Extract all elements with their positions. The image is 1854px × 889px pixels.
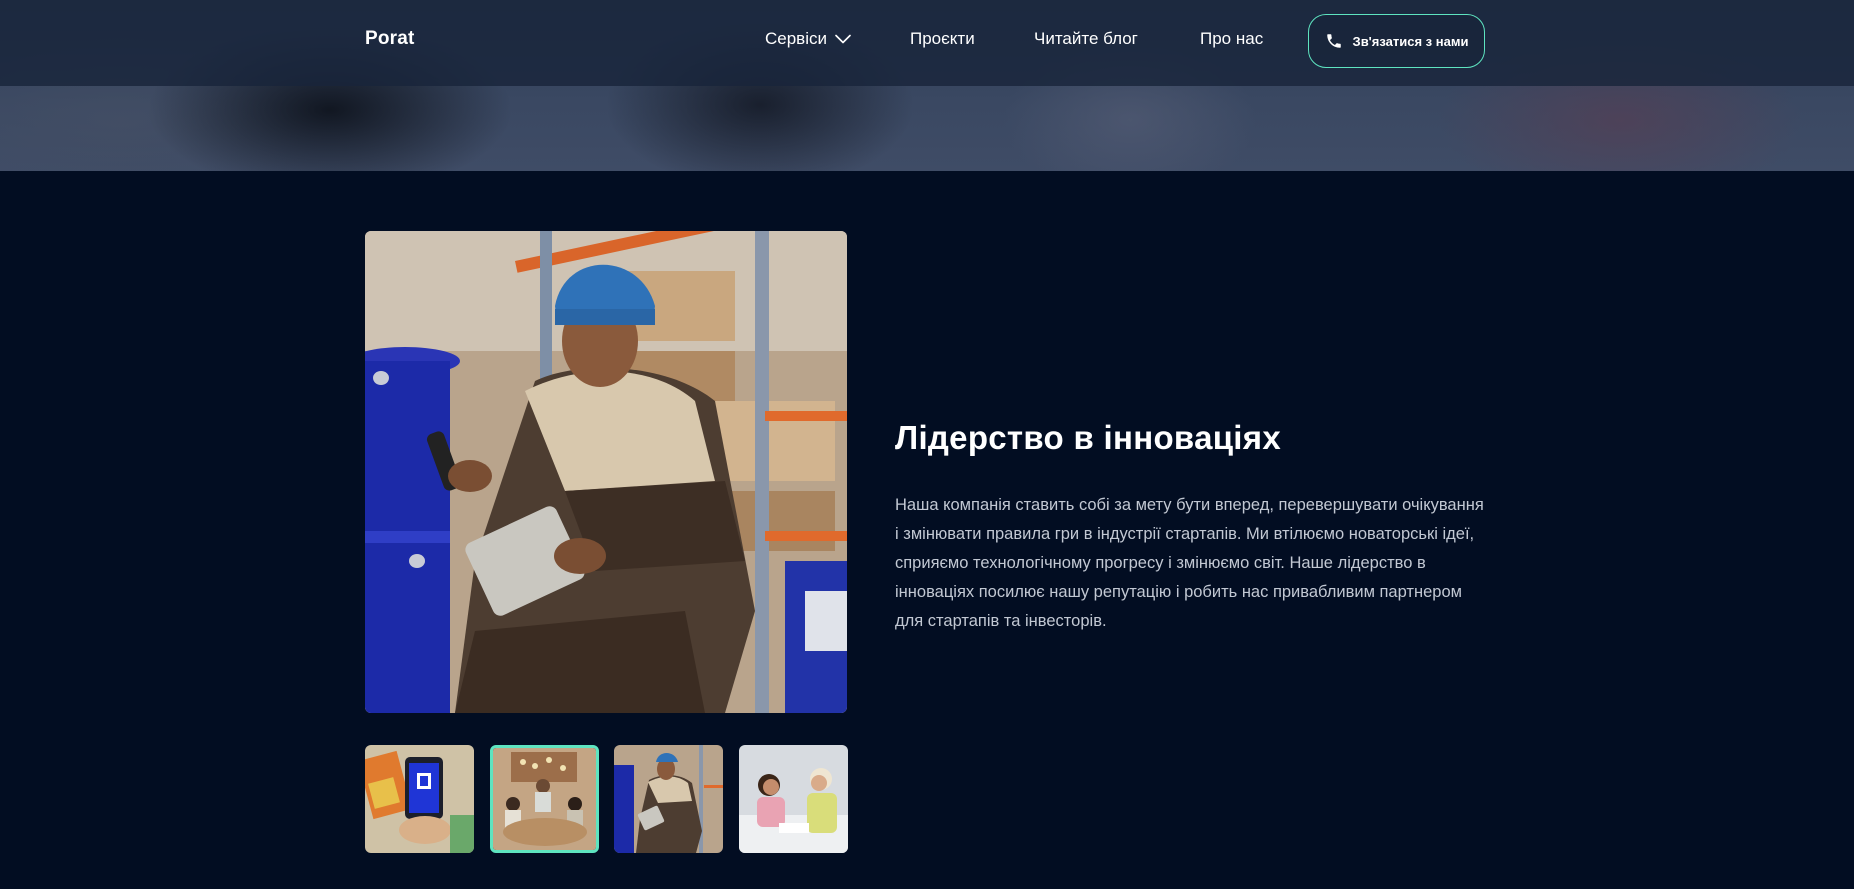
site-header: Porat Сервіси Проєкти Читайте блог Про н… xyxy=(0,0,1854,86)
gallery-thumbnail-1[interactable] xyxy=(365,745,474,853)
gallery-thumbnail-4[interactable] xyxy=(739,745,848,853)
warehouse-worker-photo xyxy=(365,231,847,713)
logo[interactable]: Porat xyxy=(365,28,415,50)
nav-projects[interactable]: Проєкти xyxy=(910,29,975,49)
contact-button-label: Зв'язатися з нами xyxy=(1352,33,1469,49)
tablet-payment-photo xyxy=(365,745,474,853)
gallery-thumbnail-2[interactable] xyxy=(490,745,599,853)
nav-services-label: Сервіси xyxy=(765,29,827,48)
team-meeting-photo xyxy=(493,748,596,850)
phone-icon xyxy=(1326,34,1341,48)
consultation-photo xyxy=(739,745,848,853)
chevron-down-icon xyxy=(835,34,851,44)
featured-image xyxy=(365,231,847,713)
gallery-thumbnail-3[interactable] xyxy=(614,745,723,853)
section-description: Наша компанія ставить собі за мету бути … xyxy=(895,496,1484,630)
nav-services[interactable]: Сервіси xyxy=(765,29,851,49)
contact-button[interactable]: Зв'язатися з нами xyxy=(1308,14,1485,68)
nav-about[interactable]: Про нас xyxy=(1200,29,1263,49)
section-title: Лідерство в інноваціях xyxy=(895,419,1281,456)
warehouse-worker-photo-small xyxy=(614,745,723,853)
nav-blog[interactable]: Читайте блог xyxy=(1034,29,1138,49)
